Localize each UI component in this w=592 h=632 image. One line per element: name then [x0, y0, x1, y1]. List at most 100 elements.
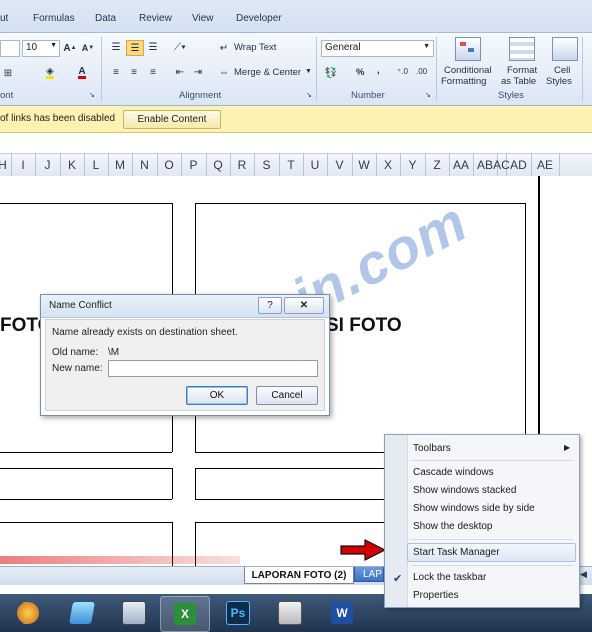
dialog-launcher-icon[interactable]: ↘ — [306, 91, 312, 99]
column-header-l[interactable]: L — [84, 154, 109, 176]
column-header-z[interactable]: Z — [425, 154, 450, 176]
menu-item-lock-taskbar[interactable]: Lock the taskbar — [413, 572, 486, 583]
ok-button[interactable]: OK — [186, 386, 248, 405]
taskbar-word-button[interactable]: W — [318, 596, 366, 630]
percent-button[interactable]: % — [356, 67, 364, 78]
dialog-launcher-icon[interactable]: ↘ — [425, 91, 431, 99]
shrink-font-icon[interactable]: A ▼ — [80, 41, 96, 55]
align-left-icon[interactable]: ≡ — [108, 65, 124, 79]
align-center-icon[interactable]: ≡ — [126, 65, 142, 79]
merge-center-button[interactable]: Merge & Center — [234, 67, 301, 78]
scroll-left-icon[interactable]: ◀ — [580, 569, 587, 580]
taskbar-app-button[interactable] — [266, 596, 314, 630]
close-icon[interactable]: ✕ — [284, 297, 324, 314]
column-header-i[interactable]: I — [11, 154, 36, 176]
merge-center-icon: ⇔ — [219, 66, 229, 78]
conditional-formatting-button[interactable]: Conditional — [444, 65, 492, 76]
orientation-icon[interactable]: ⟋▾ — [172, 40, 188, 54]
menu-item-stacked[interactable]: Show windows stacked — [413, 485, 516, 496]
column-header-ae[interactable]: AE — [531, 154, 560, 176]
message-text: of links has been disabled — [0, 113, 116, 124]
chevron-down-icon: ▼ — [423, 43, 430, 50]
tab-developer[interactable]: Developer — [236, 13, 282, 24]
cell-styles-button[interactable]: Cell — [554, 65, 570, 76]
format-as-table-button[interactable]: Format — [507, 65, 537, 76]
tab-view[interactable]: View — [192, 13, 214, 24]
align-bottom-icon[interactable]: ☰ — [145, 40, 161, 54]
new-name-input[interactable] — [108, 360, 318, 377]
taskbar-calculator-button[interactable] — [110, 596, 158, 630]
cell-styles-button-line2[interactable]: Styles — [546, 76, 572, 87]
menu-item-show-desktop[interactable]: Show the desktop — [413, 521, 493, 532]
increase-decimal-icon[interactable]: ⁺.0 — [397, 67, 408, 76]
column-header-m[interactable]: M — [108, 154, 133, 176]
column-header-n[interactable]: N — [132, 154, 158, 176]
formula-bar[interactable] — [0, 133, 592, 154]
taskbar-notepad-button[interactable] — [58, 596, 106, 630]
tab-data[interactable]: Data — [95, 13, 116, 24]
align-right-icon[interactable]: ≡ — [145, 65, 161, 79]
column-header-v[interactable]: V — [327, 154, 353, 176]
format-as-table-button-line2[interactable]: as Table — [501, 76, 536, 87]
border-icon[interactable]: ⊞ — [0, 66, 16, 80]
taskbar-photoshop-button[interactable]: Ps — [214, 596, 262, 630]
cell-styles-icon — [552, 37, 578, 61]
fill-color-icon[interactable]: ◈ — [42, 66, 58, 80]
menu-item-side-by-side[interactable]: Show windows side by side — [413, 503, 535, 514]
column-header-y[interactable]: Y — [400, 154, 426, 176]
grow-font-icon[interactable]: A ▲ — [62, 41, 78, 55]
chevron-down-icon: ▼ — [50, 42, 57, 49]
font-name-box[interactable] — [0, 40, 20, 57]
group-separator — [101, 37, 102, 101]
font-color-icon[interactable]: A — [74, 66, 90, 80]
menu-item-cascade[interactable]: Cascade windows — [413, 467, 494, 478]
currency-icon[interactable]: 💱 — [323, 66, 339, 80]
column-header-q[interactable]: Q — [206, 154, 231, 176]
cancel-button[interactable]: Cancel — [256, 386, 318, 405]
enable-content-button[interactable]: Enable Content — [123, 110, 221, 129]
column-header-u[interactable]: U — [303, 154, 328, 176]
menu-item-toolbars[interactable]: Toolbars — [413, 443, 451, 454]
document-icon — [278, 601, 302, 625]
tab-review[interactable]: Review — [139, 13, 172, 24]
group-separator — [436, 37, 437, 101]
chevron-down-icon[interactable]: ▼ — [305, 68, 312, 75]
align-middle-icon[interactable]: ☰ — [126, 40, 144, 56]
column-header-x[interactable]: X — [376, 154, 401, 176]
column-header-ad[interactable]: AD — [506, 154, 532, 176]
number-format-dropdown[interactable]: General ▼ — [321, 40, 434, 57]
wrap-text-button[interactable]: Wrap Text — [234, 42, 276, 53]
decrease-decimal-icon[interactable]: .00 — [416, 67, 427, 76]
sheet-tab-next[interactable]: LAP — [354, 567, 384, 582]
tab-formulas[interactable]: Formulas — [33, 13, 75, 24]
menu-item-start-task-manager[interactable]: Start Task Manager — [413, 547, 500, 558]
dialog-titlebar: Name Conflict ? ✕ — [41, 295, 329, 318]
column-header-o[interactable]: O — [157, 154, 182, 176]
column-header-j[interactable]: J — [35, 154, 61, 176]
menu-item-properties[interactable]: Properties — [413, 590, 459, 601]
column-header-p[interactable]: P — [181, 154, 207, 176]
column-header-aa[interactable]: AA — [449, 154, 474, 176]
alignment-group-label: Alignment — [179, 90, 222, 101]
format-as-table-icon — [509, 37, 535, 61]
taskbar-paint-button[interactable] — [8, 596, 48, 630]
column-header-t[interactable]: T — [279, 154, 304, 176]
tab-layout[interactable]: ut — [0, 13, 8, 24]
align-top-icon[interactable]: ☰ — [108, 40, 124, 54]
font-size-box[interactable]: 10 ▼ — [22, 40, 60, 57]
comma-button[interactable]: , — [377, 65, 380, 76]
column-header-k[interactable]: K — [60, 154, 85, 176]
old-name-value: \M — [108, 347, 120, 358]
decrease-indent-icon[interactable]: ⇤ — [172, 65, 188, 79]
increase-indent-icon[interactable]: ⇥ — [190, 65, 206, 79]
styles-group-label: Styles — [498, 90, 524, 101]
group-separator — [316, 37, 317, 101]
sheet-tab-active[interactable]: LAPORAN FOTO (2) — [244, 567, 354, 584]
column-header-r[interactable]: R — [230, 154, 255, 176]
column-header-w[interactable]: W — [352, 154, 377, 176]
column-header-s[interactable]: S — [254, 154, 280, 176]
taskbar-excel-button[interactable]: X — [160, 596, 210, 632]
help-button[interactable]: ? — [258, 297, 282, 314]
conditional-formatting-button-line2[interactable]: Formatting — [441, 76, 486, 87]
dialog-launcher-icon[interactable]: ↘ — [89, 91, 95, 99]
